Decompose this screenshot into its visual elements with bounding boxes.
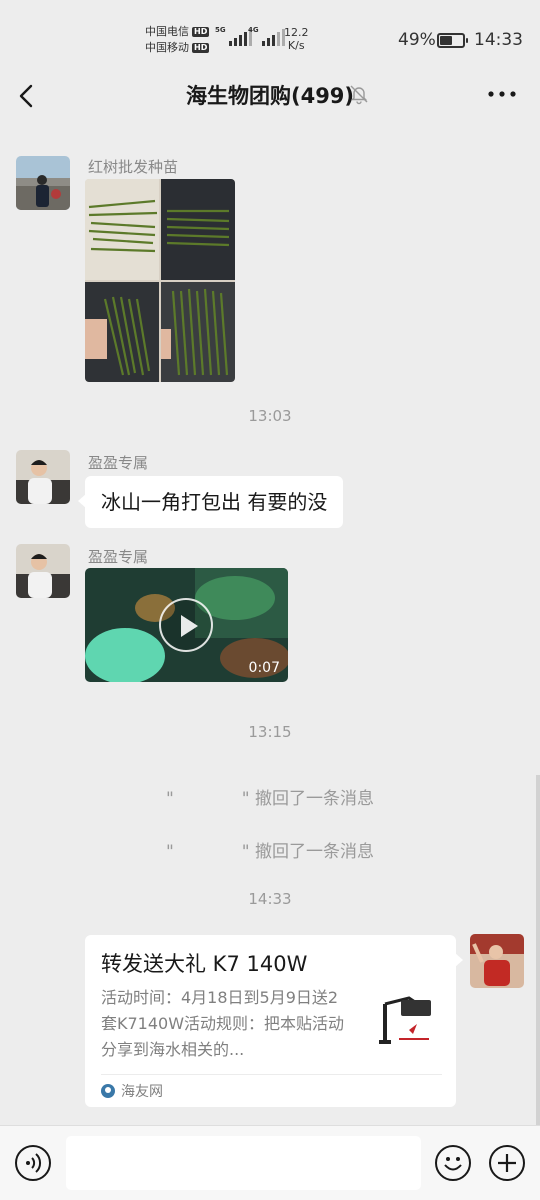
carrier-1-label: 中国电信 bbox=[145, 25, 189, 38]
link-card-message[interactable]: 转发送大礼 K7 140W 活动时间：4月18日到5月9日送2套K7140W活动… bbox=[85, 935, 463, 1107]
plus-icon bbox=[498, 1154, 516, 1172]
link-card-source: 海友网 bbox=[101, 1081, 163, 1101]
avatar[interactable] bbox=[16, 450, 70, 504]
avatar[interactable] bbox=[16, 156, 70, 210]
carrier-info: 中国电信 HD 中国移动 HD bbox=[145, 24, 210, 56]
carrier-2-label: 中国移动 bbox=[145, 41, 189, 54]
status-bar: 中国电信 HD 中国移动 HD 5G 4G 12.2 K/s 49% 14:33 bbox=[0, 0, 540, 70]
bell-muted-icon bbox=[350, 85, 368, 105]
video-duration: 0:07 bbox=[248, 660, 280, 676]
scrollbar[interactable] bbox=[536, 775, 540, 1125]
my-avatar[interactable] bbox=[470, 934, 524, 988]
sender-name: 红树批发种苗 bbox=[88, 158, 179, 176]
signal-4g-icon: 4G bbox=[248, 26, 285, 46]
link-card-title: 转发送大礼 K7 140W bbox=[101, 952, 308, 976]
emoji-button[interactable] bbox=[435, 1145, 471, 1181]
link-card-thumbnail bbox=[375, 990, 439, 1054]
battery-icon bbox=[437, 33, 468, 48]
battery-fill bbox=[440, 36, 452, 45]
message-text: 冰山一角打包出 有要的没 bbox=[101, 490, 328, 514]
avatar[interactable] bbox=[16, 544, 70, 598]
emoji-icon bbox=[444, 1157, 462, 1171]
recall-text: " 撤回了一条消息 bbox=[241, 789, 375, 809]
divider bbox=[101, 1074, 442, 1075]
chat-input-bar bbox=[0, 1125, 540, 1200]
recall-notice: " " 撤回了一条消息 bbox=[0, 837, 540, 862]
sender-name: 盈盈专属 bbox=[88, 548, 149, 566]
network-speed: 12.2 K/s bbox=[284, 26, 309, 52]
battery-percent: 49% bbox=[398, 30, 436, 50]
hd-badge: HD bbox=[192, 43, 210, 53]
source-app-icon bbox=[101, 1084, 115, 1098]
more-actions-button[interactable] bbox=[489, 1145, 525, 1181]
message-input[interactable] bbox=[66, 1136, 421, 1190]
link-card-description: 活动时间：4月18日到5月9日送2套K7140W活动规则：把本贴活动分享到海水相… bbox=[101, 988, 345, 1059]
recall-quote: " bbox=[165, 789, 174, 809]
source-name: 海友网 bbox=[121, 1084, 163, 1100]
text-message-bubble[interactable]: 冰山一角打包出 有要的没 bbox=[77, 476, 344, 528]
timestamp: 14:33 bbox=[248, 890, 292, 908]
timestamp: 13:15 bbox=[248, 723, 292, 741]
voice-icon bbox=[26, 1153, 42, 1173]
status-clock: 14:33 bbox=[474, 30, 523, 50]
play-icon[interactable] bbox=[159, 598, 213, 652]
more-icon[interactable] bbox=[487, 86, 517, 102]
voice-input-button[interactable] bbox=[15, 1145, 51, 1181]
chat-title[interactable]: 海生物团购(499) bbox=[0, 80, 540, 110]
video-message[interactable]: 0:07 bbox=[85, 568, 288, 682]
recall-quote: " bbox=[165, 842, 174, 862]
recall-notice: " " 撤回了一条消息 bbox=[0, 784, 540, 809]
image-message[interactable] bbox=[85, 179, 235, 382]
clipped-timestamp bbox=[240, 120, 300, 128]
timestamp: 13:03 bbox=[248, 407, 292, 425]
hd-badge: HD bbox=[192, 27, 210, 37]
chat-header: 海生物团购(499) bbox=[0, 70, 540, 122]
recall-text: " 撤回了一条消息 bbox=[241, 842, 375, 862]
sender-name: 盈盈专属 bbox=[88, 454, 149, 472]
